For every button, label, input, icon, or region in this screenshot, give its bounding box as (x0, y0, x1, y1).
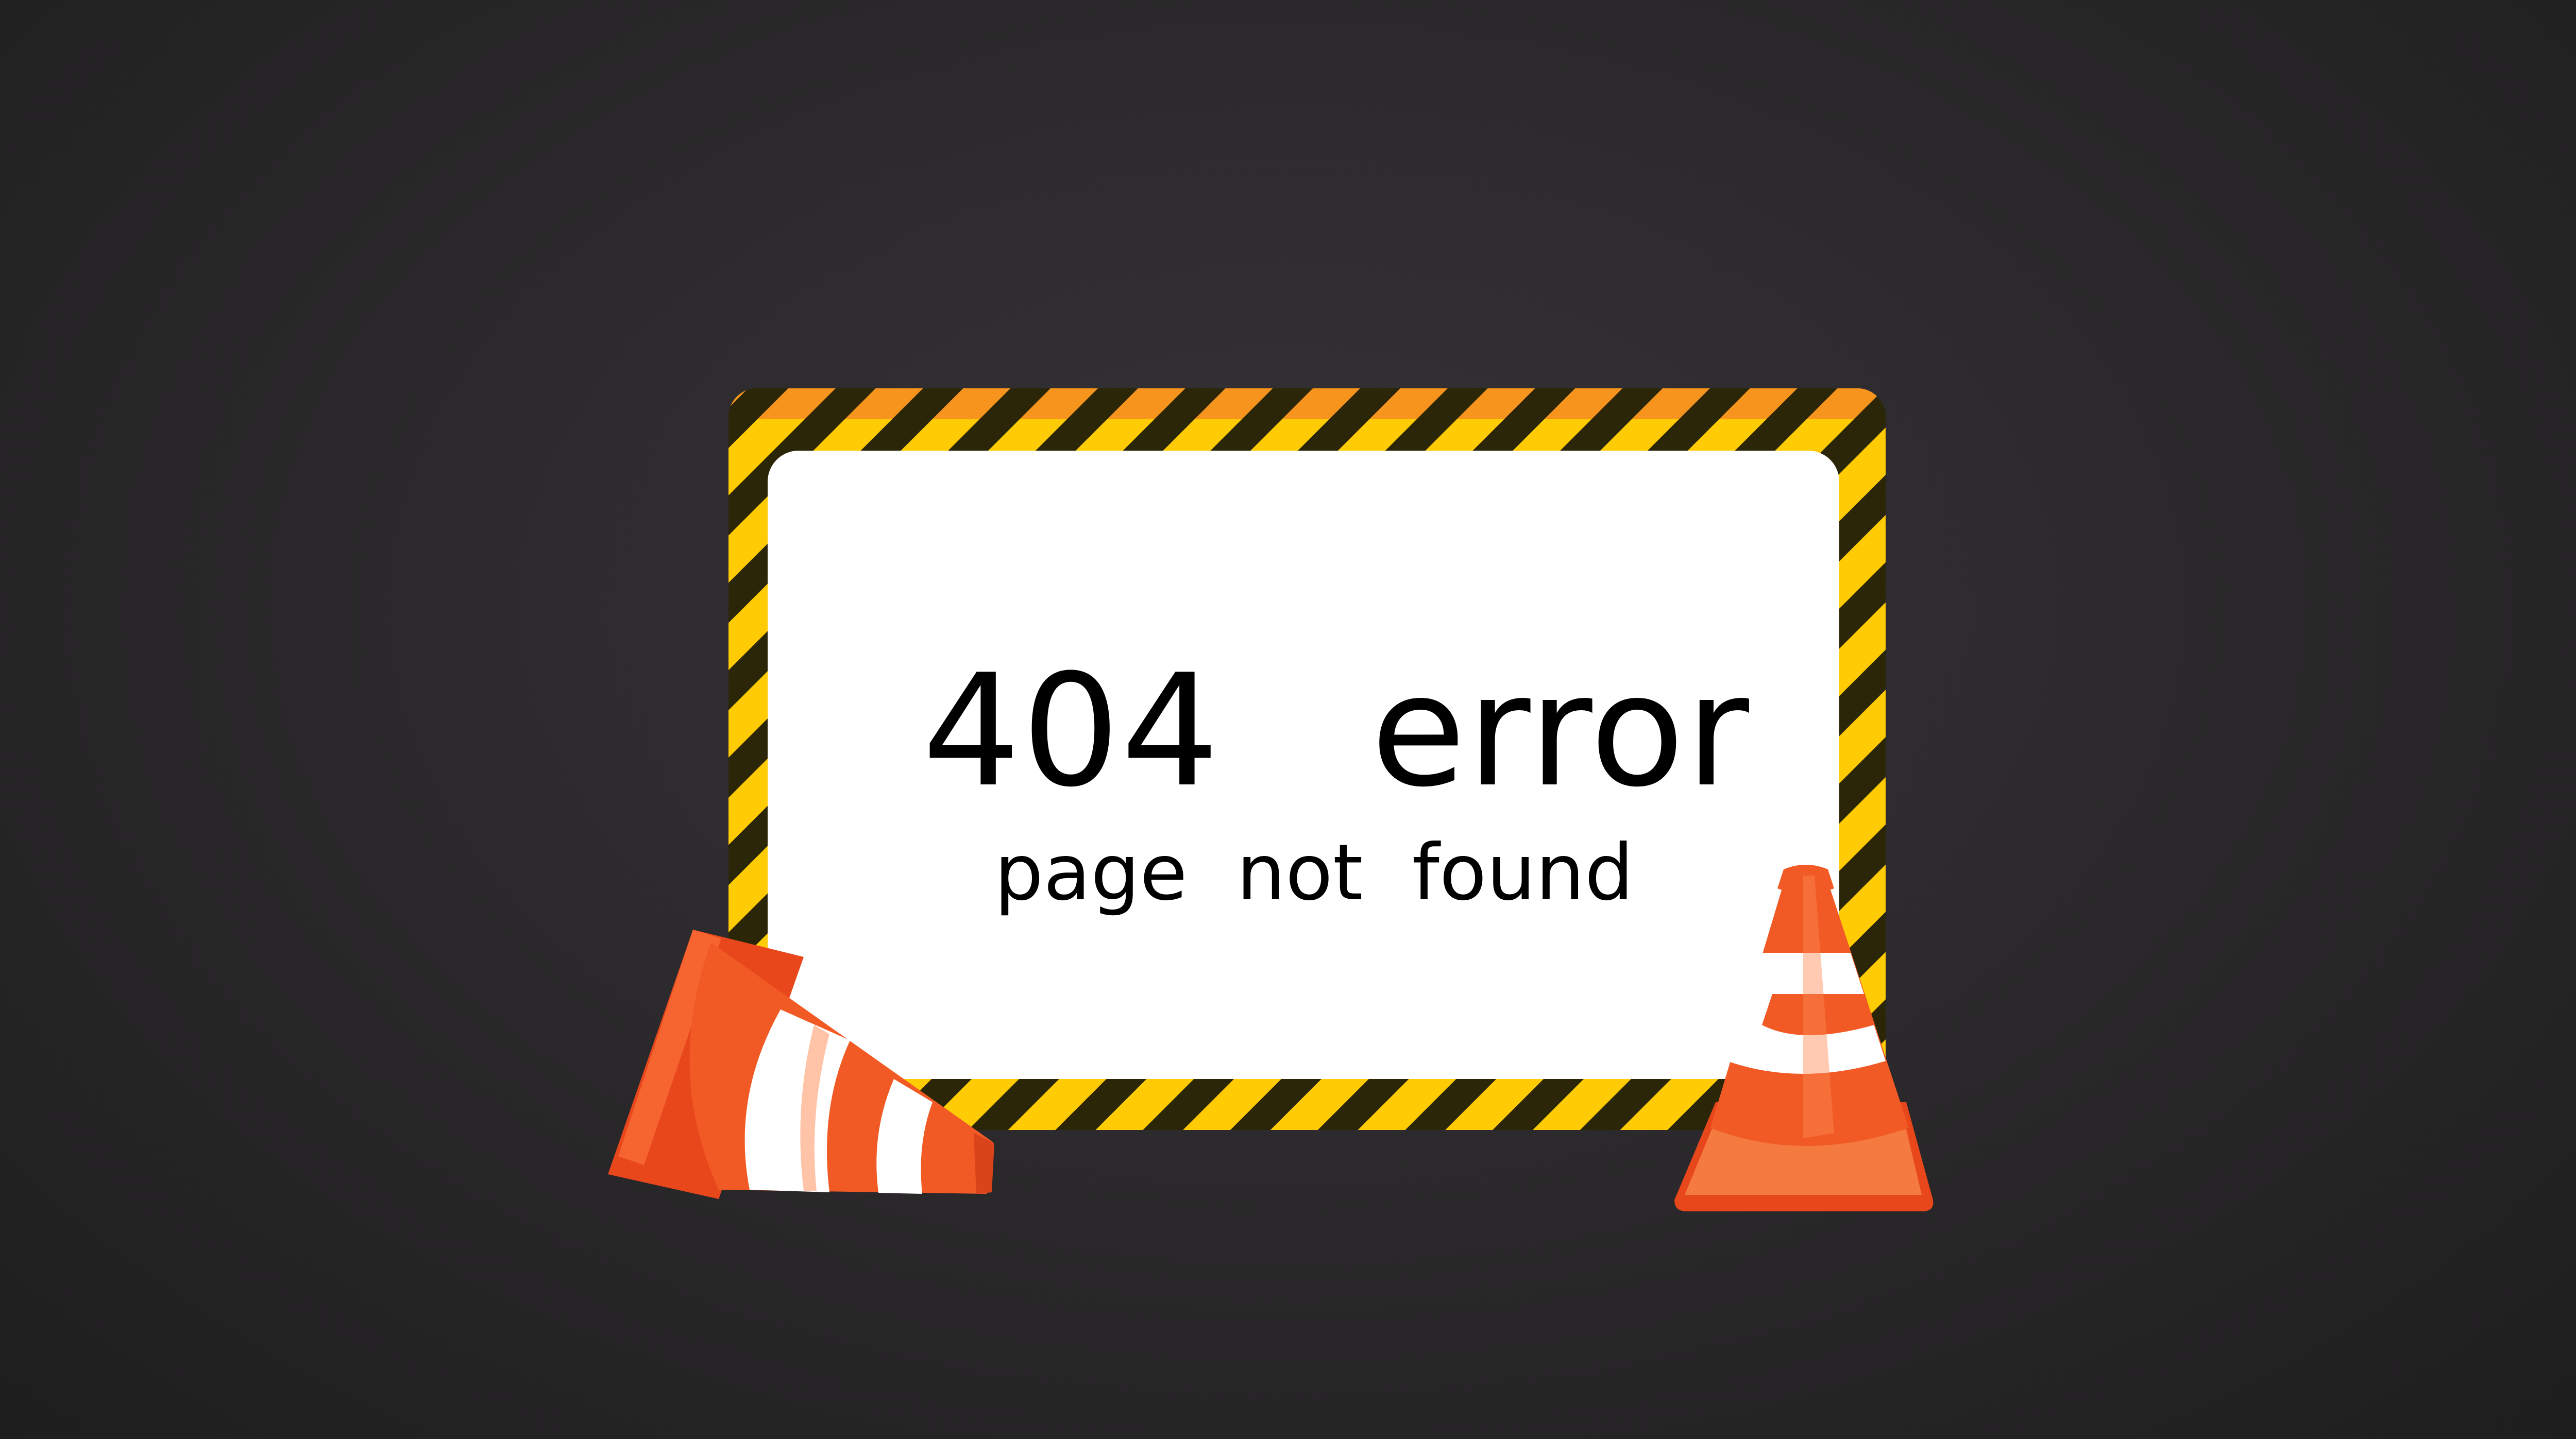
error-404-scene: 404 error page not found (0, 0, 2576, 1439)
error-heading: 404 error (922, 641, 1750, 821)
error-subheading: page not found (994, 828, 1634, 918)
